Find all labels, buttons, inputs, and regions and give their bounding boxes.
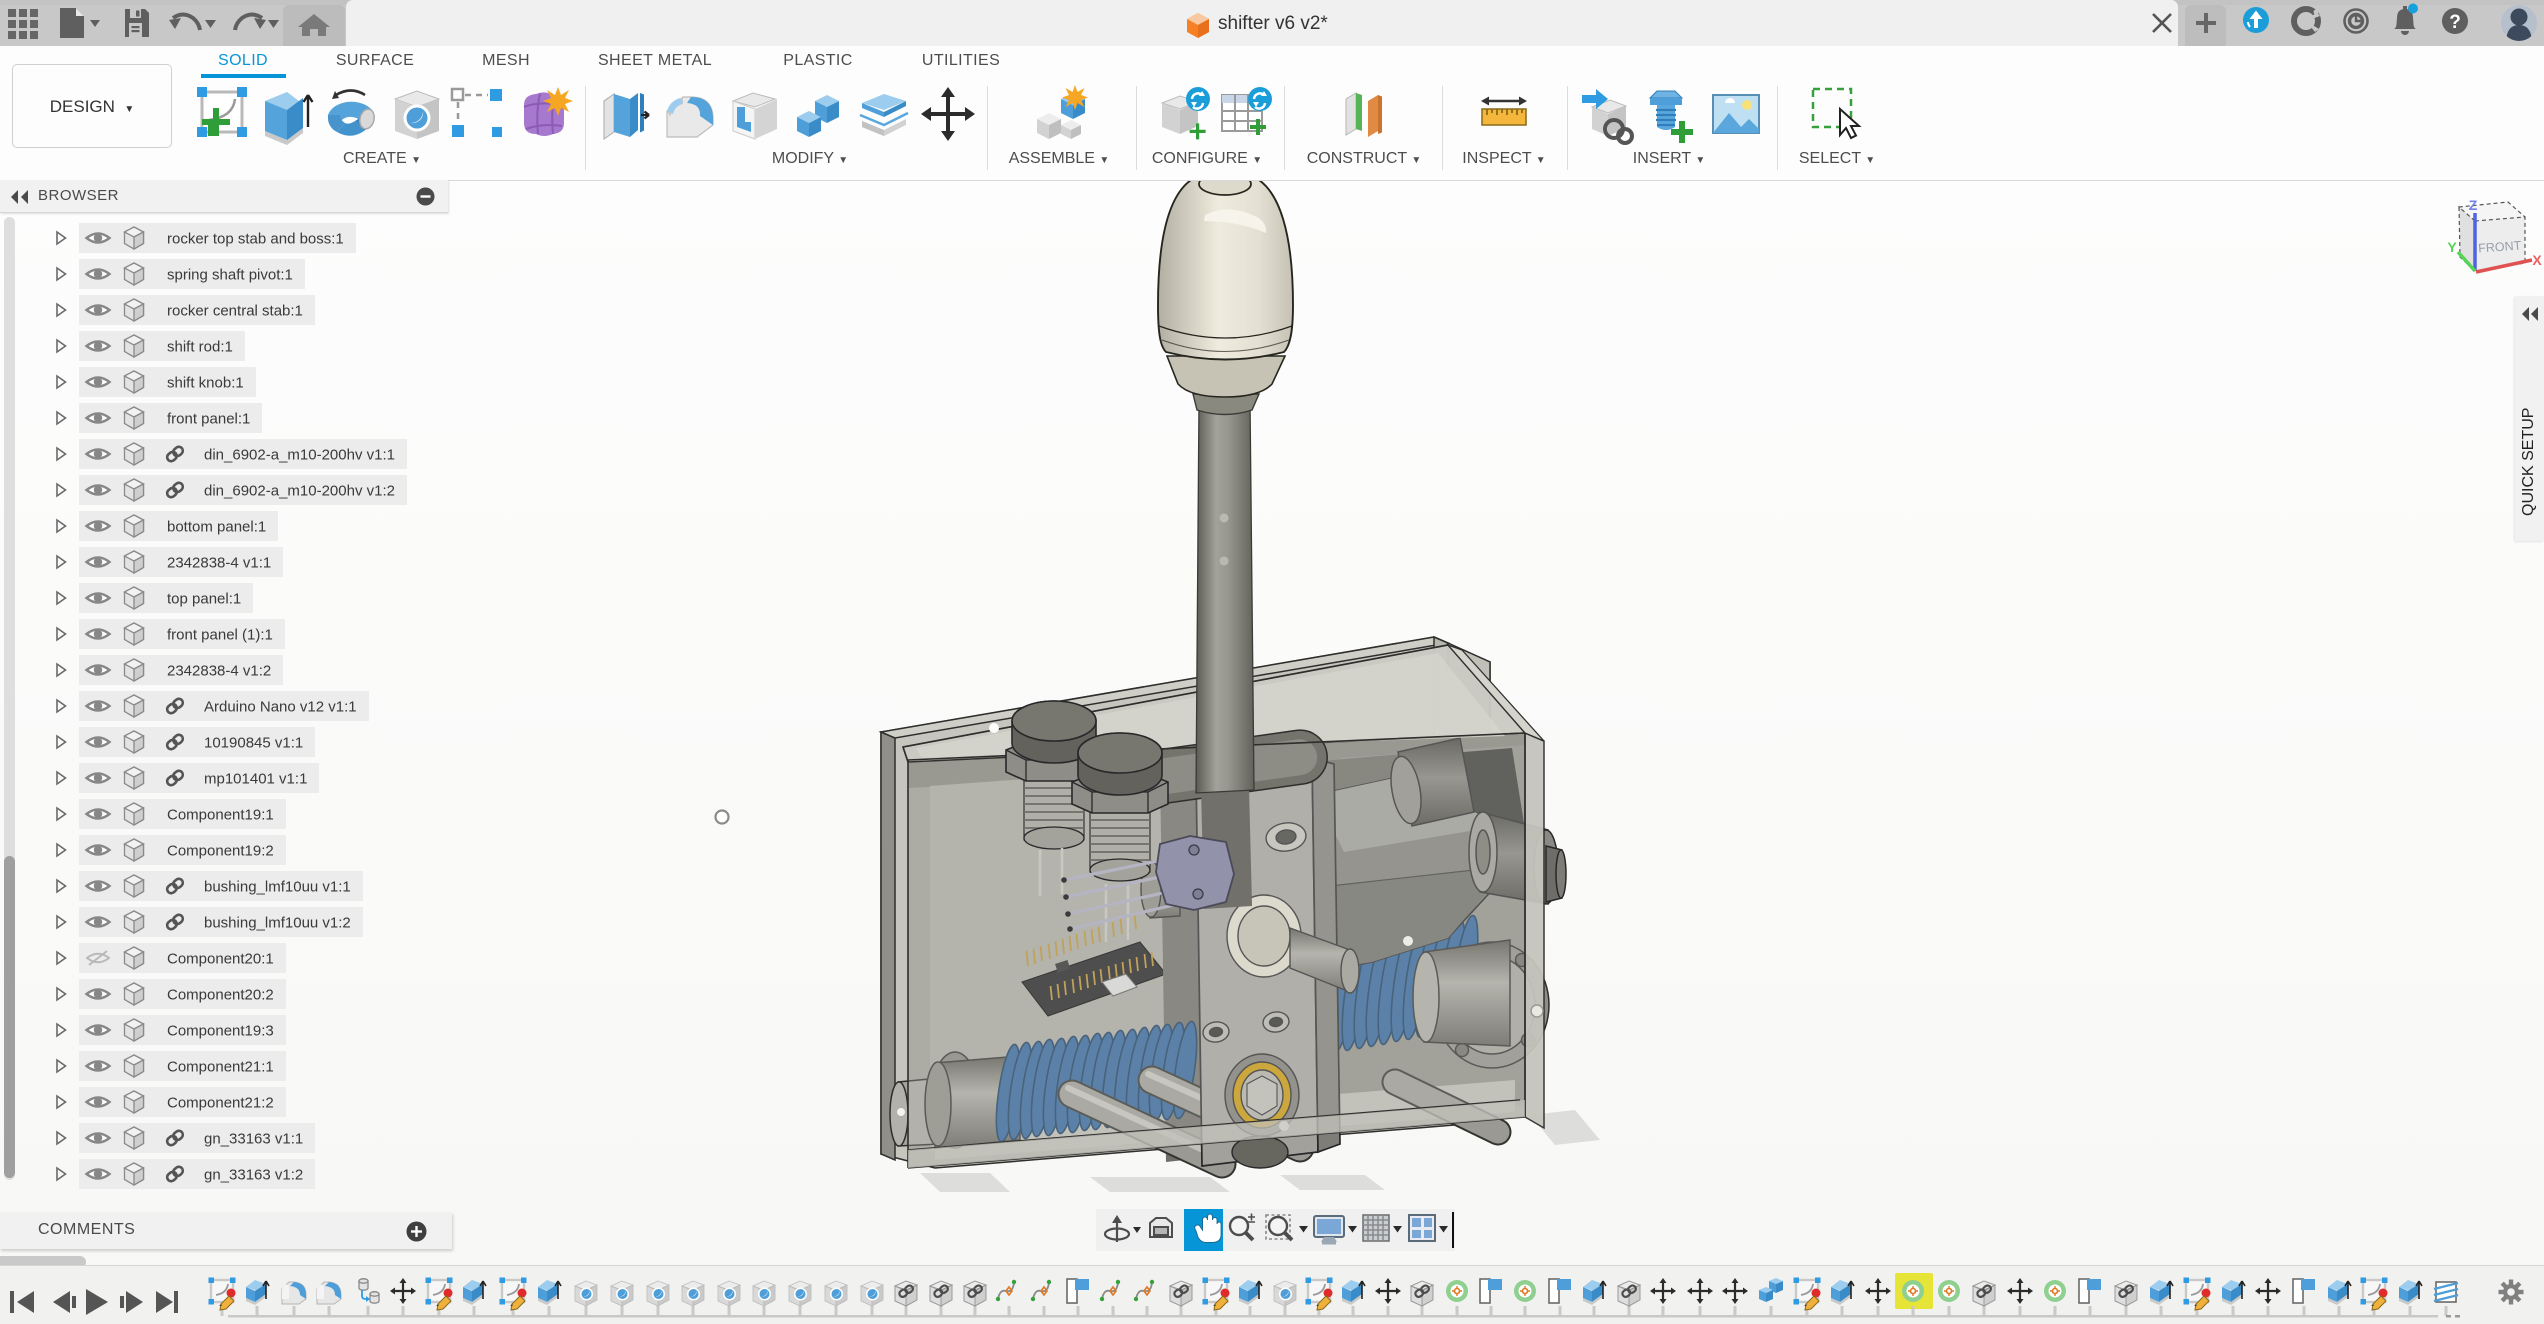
svg-text:Component20:1: Component20:1 bbox=[167, 951, 274, 968]
svg-text:gn_33163 v1:1: gn_33163 v1:1 bbox=[204, 1131, 303, 1148]
svg-text:bushing_lmf10uu v1:2: bushing_lmf10uu v1:2 bbox=[204, 915, 351, 932]
svg-text:rocker top stab and boss:1: rocker top stab and boss:1 bbox=[167, 231, 344, 248]
svg-text:Z: Z bbox=[2469, 197, 2478, 213]
svg-text:bushing_lmf10uu v1:1: bushing_lmf10uu v1:1 bbox=[204, 879, 351, 896]
svg-text:Component21:2: Component21:2 bbox=[167, 1095, 274, 1112]
svg-text:Component21:1: Component21:1 bbox=[167, 1059, 274, 1076]
svg-text:Component19:3: Component19:3 bbox=[167, 1023, 274, 1040]
svg-text:gn_33163 v1:2: gn_33163 v1:2 bbox=[204, 1167, 303, 1184]
svg-text:Component20:2: Component20:2 bbox=[167, 987, 274, 1004]
svg-text:front panel (1):1: front panel (1):1 bbox=[167, 627, 273, 644]
svg-text:Arduino Nano v12 v1:1: Arduino Nano v12 v1:1 bbox=[204, 699, 357, 716]
svg-text:2342838-4 v1:2: 2342838-4 v1:2 bbox=[167, 663, 271, 680]
svg-text:top panel:1: top panel:1 bbox=[167, 591, 241, 608]
svg-text:10190845 v1:1: 10190845 v1:1 bbox=[204, 735, 303, 752]
svg-text:din_6902-a_m10-200hv v1:1: din_6902-a_m10-200hv v1:1 bbox=[204, 447, 395, 464]
svg-text:din_6902-a_m10-200hv v1:2: din_6902-a_m10-200hv v1:2 bbox=[204, 483, 395, 500]
svg-text:Component19:1: Component19:1 bbox=[167, 807, 274, 824]
svg-text:mp101401 v1:1: mp101401 v1:1 bbox=[204, 771, 307, 788]
svg-text:rocker central stab:1: rocker central stab:1 bbox=[167, 303, 303, 320]
svg-text:?: ? bbox=[2449, 12, 2461, 33]
svg-text:spring shaft pivot:1: spring shaft pivot:1 bbox=[167, 267, 293, 284]
svg-text:Y: Y bbox=[2447, 239, 2457, 255]
svg-text:shift rod:1: shift rod:1 bbox=[167, 339, 233, 356]
svg-text:front panel:1: front panel:1 bbox=[167, 411, 250, 428]
svg-text:Component19:2: Component19:2 bbox=[167, 843, 274, 860]
svg-text:bottom panel:1: bottom panel:1 bbox=[167, 519, 266, 536]
svg-text:X: X bbox=[2532, 252, 2542, 268]
svg-text:2342838-4 v1:1: 2342838-4 v1:1 bbox=[167, 555, 271, 572]
svg-text:shift knob:1: shift knob:1 bbox=[167, 375, 244, 392]
